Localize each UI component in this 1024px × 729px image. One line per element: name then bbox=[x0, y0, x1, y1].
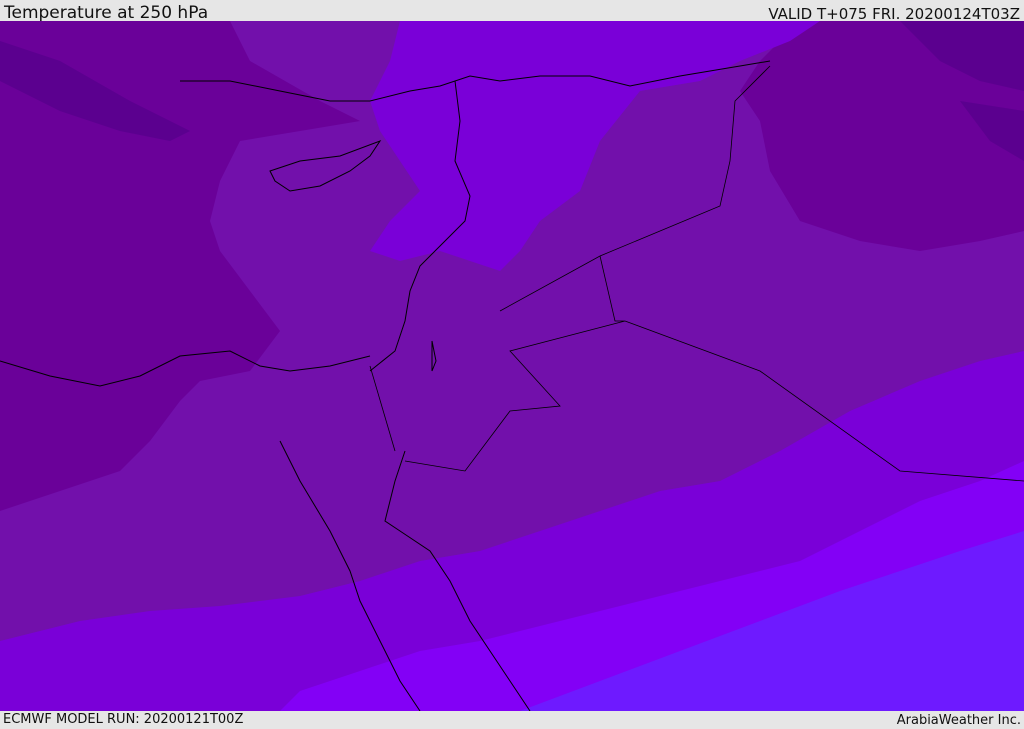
map-canvas bbox=[0, 21, 1024, 711]
weather-map-page: Temperature at 250 hPa VALID T+075 FRI. … bbox=[0, 0, 1024, 729]
map-title: Temperature at 250 hPa bbox=[4, 3, 209, 23]
credit-label: ArabiaWeather Inc. bbox=[896, 713, 1021, 728]
footer-bar: ECMWF MODEL RUN: 20200121T00Z ArabiaWeat… bbox=[0, 711, 1024, 729]
header-bar: Temperature at 250 hPa VALID T+075 FRI. … bbox=[0, 0, 1024, 23]
model-run-label: ECMWF MODEL RUN: 20200121T00Z bbox=[3, 712, 244, 727]
temperature-map bbox=[0, 21, 1024, 711]
